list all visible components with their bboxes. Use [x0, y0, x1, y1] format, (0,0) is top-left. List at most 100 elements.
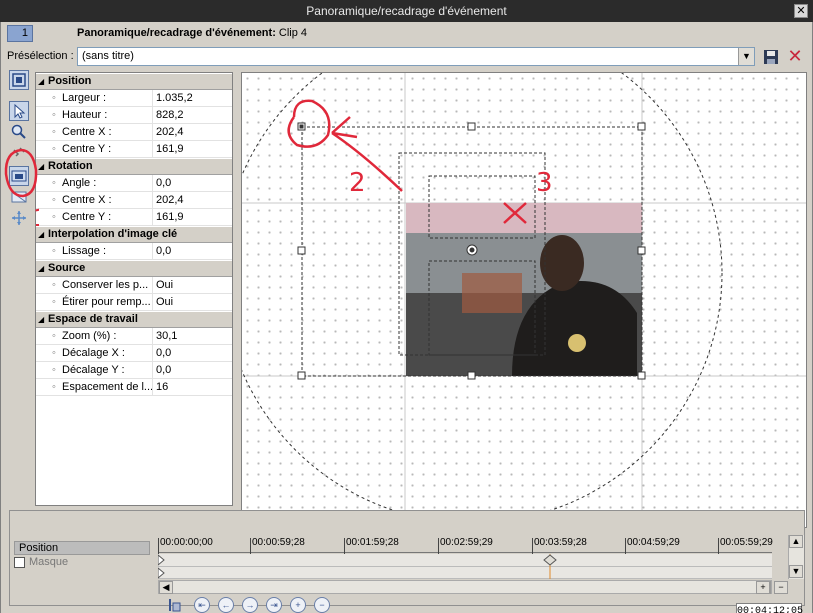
track-number-badge: 1	[7, 25, 33, 42]
collapse-icon[interactable]: ◢	[38, 159, 48, 174]
prop-row[interactable]: Zoom (%) :30,1	[36, 328, 232, 345]
section-workspace[interactable]: ◢ Espace de travail	[36, 311, 232, 328]
scroll-up-icon[interactable]: ▲	[789, 535, 803, 548]
prop-value[interactable]: 0,0	[152, 243, 232, 259]
event-clip-name: Clip 4	[275, 27, 308, 39]
zoom-icon[interactable]	[9, 122, 29, 142]
first-keyframe-button[interactable]: ⇤	[194, 597, 210, 613]
prop-value[interactable]: 202,4	[152, 124, 232, 140]
prop-key: Angle :	[50, 175, 152, 191]
event-title-bold: Panoramique/recadrage d'événement:	[77, 27, 276, 39]
prop-row[interactable]: Étirer pour remp...Oui	[36, 294, 232, 311]
prop-row[interactable]: Conserver les p...Oui	[36, 277, 232, 294]
prop-row[interactable]: Décalage X :0,0	[36, 345, 232, 362]
next-keyframe-button[interactable]: →	[242, 597, 258, 613]
prop-value[interactable]: 828,2	[152, 107, 232, 123]
scroll-down-icon[interactable]: ▼	[789, 565, 803, 578]
preset-dropdown[interactable]: (sans titre) ▼	[77, 47, 755, 66]
collapse-icon[interactable]: ◢	[38, 227, 48, 242]
prop-row[interactable]: Centre Y :161,9	[36, 209, 232, 226]
prop-value[interactable]: 16	[152, 379, 232, 395]
prop-value[interactable]: Oui	[152, 294, 232, 310]
ruler-tick: 00:01:59;28	[344, 538, 399, 554]
save-icon[interactable]	[763, 49, 779, 65]
prop-row[interactable]: Espacement de l...16	[36, 379, 232, 396]
track-mask[interactable]: Masque	[14, 556, 150, 570]
prop-value[interactable]: 1.035,2	[152, 90, 232, 106]
annotation-2: 2	[349, 168, 366, 198]
cursor-timecode: 00:04:12;05	[736, 603, 803, 613]
prop-value[interactable]: 202,4	[152, 192, 232, 208]
collapse-icon[interactable]: ◢	[38, 261, 48, 276]
keyframe-marker[interactable]	[543, 554, 557, 566]
section-position[interactable]: ◢ Position	[36, 73, 232, 90]
close-icon[interactable]: ✕	[794, 4, 808, 18]
properties-panel: ◢Position Largeur :1.035,2 Hauteur :828,…	[35, 72, 233, 506]
prop-row[interactable]: Décalage Y :0,0	[36, 362, 232, 379]
time-ruler[interactable]: 00:00:00;00 00:00:59;28 00:01:59;28 00:0…	[158, 535, 773, 554]
ruler-tick: 00:02:59;29	[438, 538, 493, 554]
event-title: Panoramique/recadrage d'événement: Clip …	[77, 27, 307, 39]
prop-value[interactable]: 0,0	[152, 175, 232, 191]
prop-value[interactable]: 0,0	[152, 362, 232, 378]
add-keyframe-button[interactable]: +	[290, 597, 306, 613]
window-titlebar: Panoramique/recadrage d'événement ✕	[0, 0, 813, 22]
section-title: Rotation	[48, 160, 93, 172]
prop-key: Centre X :	[50, 124, 152, 140]
zoom-in-button[interactable]: +	[756, 581, 770, 594]
track-list: Position Masque	[10, 511, 156, 605]
prop-key: Centre Y :	[50, 209, 152, 225]
delete-preset-icon[interactable]: ✕	[787, 47, 803, 65]
position-keyframe-track[interactable]	[157, 553, 772, 567]
prop-row[interactable]: Hauteur :828,2	[36, 107, 232, 124]
workspace-canvas[interactable]: 2 3	[241, 72, 807, 528]
prop-row[interactable]: Centre X :202,4	[36, 192, 232, 209]
prop-key: Conserver les p...	[50, 277, 152, 293]
prop-key: Étirer pour remp...	[50, 294, 152, 310]
prop-value[interactable]: 161,9	[152, 141, 232, 157]
mask-label: Masque	[29, 556, 69, 568]
mask-checkbox[interactable]	[14, 556, 25, 568]
sync-cursor-icon[interactable]	[166, 597, 182, 613]
prop-row[interactable]: Angle :0,0	[36, 175, 232, 192]
chevron-down-icon[interactable]: ▼	[738, 48, 754, 65]
mask-keyframe-track[interactable]	[157, 566, 772, 580]
prop-value[interactable]: 0,0	[152, 345, 232, 361]
track-vertical-scrollbar[interactable]: ▲ ▼	[788, 535, 804, 579]
section-title: Interpolation d'image clé	[48, 228, 178, 240]
prop-row[interactable]: Largeur :1.035,2	[36, 90, 232, 107]
last-keyframe-button[interactable]: ⇥	[266, 597, 282, 613]
timeline-scrollbar[interactable]: ◀ ▶	[158, 580, 772, 594]
header: 1 Panoramique/recadrage d'événement: Cli…	[1, 22, 812, 46]
prop-row[interactable]: Lissage :0,0	[36, 243, 232, 260]
prop-key: Centre X :	[50, 192, 152, 208]
prop-value[interactable]: Oui	[152, 277, 232, 293]
ruler-tick: 00:00:00;00	[158, 538, 213, 554]
section-keyframe-interpolation[interactable]: ◢ Interpolation d'image clé	[36, 226, 232, 243]
prop-key: Décalage Y :	[50, 362, 152, 378]
collapse-icon[interactable]: ◢	[38, 312, 48, 327]
prop-row[interactable]: Centre X :202,4	[36, 124, 232, 141]
keyframe-timeline: Position Masque 00:00:00;00 00:00:59;28 …	[9, 510, 805, 613]
previous-keyframe-button[interactable]: ←	[218, 597, 234, 613]
zoom-out-button[interactable]: −	[774, 581, 788, 594]
delete-keyframe-button[interactable]: −	[314, 597, 330, 613]
prop-value[interactable]: 30,1	[152, 328, 232, 344]
ruler-tick: 00:04:59;29	[625, 538, 680, 554]
scroll-left-icon[interactable]: ◀	[159, 581, 173, 594]
section-title: Source	[48, 262, 86, 274]
prop-value[interactable]: 161,9	[152, 209, 232, 225]
section-title: Espace de travail	[48, 313, 138, 325]
prop-key: Espacement de l...	[50, 379, 152, 395]
prop-key: Zoom (%) :	[50, 328, 152, 344]
normal-edit-tool-icon[interactable]	[9, 70, 29, 90]
prop-key: Décalage X :	[50, 345, 152, 361]
pointer-tool-icon[interactable]	[9, 101, 29, 121]
section-rotation[interactable]: ◢ Rotation	[36, 158, 232, 175]
section-source[interactable]: ◢ Source	[36, 260, 232, 277]
collapse-icon[interactable]: ◢	[38, 74, 48, 89]
track-position[interactable]: Position	[14, 541, 150, 555]
prop-row[interactable]: Centre Y :161,9	[36, 141, 232, 158]
ruler-tick: 00:05:59;29	[718, 538, 773, 554]
prop-key: Largeur :	[50, 90, 152, 106]
